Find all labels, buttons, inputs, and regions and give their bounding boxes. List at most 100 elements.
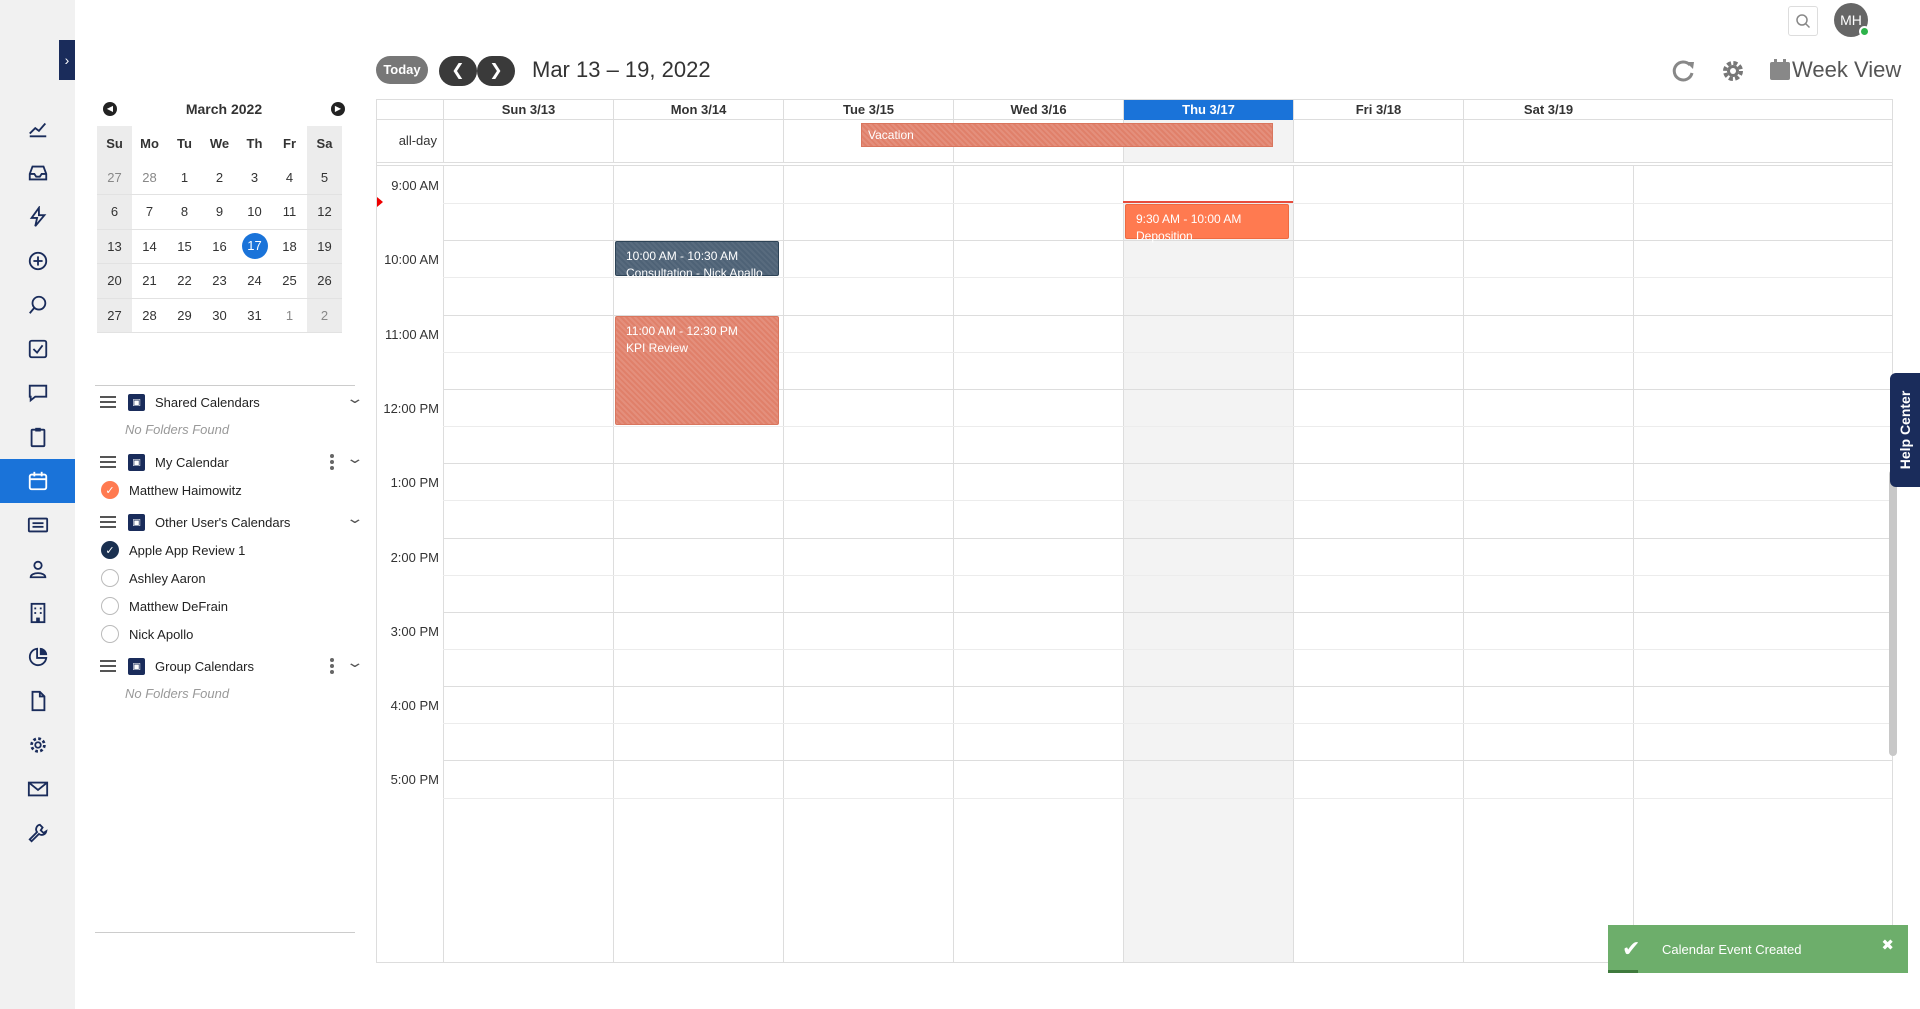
mini-day-cell[interactable]: 17 bbox=[237, 230, 272, 264]
all-day-cell[interactable] bbox=[1463, 120, 1633, 162]
mini-day-cell[interactable]: 22 bbox=[167, 264, 202, 299]
calendar-entry[interactable]: Ashley Aaron bbox=[95, 564, 355, 592]
day-header-0[interactable]: Sun 3/13 bbox=[443, 100, 613, 120]
unchecked-circle-icon[interactable] bbox=[101, 625, 119, 643]
day-header-1[interactable]: Mon 3/14 bbox=[613, 100, 783, 120]
rail-item-chat[interactable] bbox=[0, 371, 75, 415]
mini-day-cell[interactable]: 9 bbox=[202, 195, 237, 230]
drag-handle-icon[interactable] bbox=[100, 396, 116, 408]
mini-day-cell[interactable]: 18 bbox=[272, 230, 307, 264]
mini-day-cell[interactable]: 24 bbox=[237, 264, 272, 299]
mini-day-cell[interactable]: 21 bbox=[132, 264, 167, 299]
mini-day-cell[interactable]: 11 bbox=[272, 195, 307, 230]
rail-item-gear[interactable] bbox=[0, 723, 75, 767]
drag-handle-icon[interactable] bbox=[100, 660, 116, 672]
mini-day-cell[interactable]: 1 bbox=[272, 299, 307, 333]
rail-item-mail[interactable] bbox=[0, 767, 75, 811]
rail-item-search[interactable] bbox=[0, 283, 75, 327]
event-kpi-review[interactable]: 11:00 AM - 12:30 PM KPI Review bbox=[615, 315, 779, 426]
mini-day-cell[interactable]: 6 bbox=[97, 195, 132, 230]
mini-day-cell[interactable]: 27 bbox=[97, 160, 132, 195]
mini-day-cell[interactable]: 27 bbox=[97, 298, 132, 333]
all-day-cell[interactable] bbox=[443, 120, 613, 162]
close-icon[interactable]: ✖ bbox=[1881, 936, 1894, 954]
mini-day-cell[interactable]: 23 bbox=[202, 264, 237, 299]
folder-other-users-calendars[interactable]: ▣ Other User's Calendars ⌄ bbox=[95, 508, 364, 536]
day-header-2[interactable]: Tue 3/15 bbox=[783, 100, 953, 120]
rail-item-plus-circle[interactable] bbox=[0, 239, 75, 283]
view-switcher[interactable]: Week View bbox=[1768, 57, 1901, 83]
drag-handle-icon[interactable] bbox=[100, 516, 116, 528]
unchecked-circle-icon[interactable] bbox=[101, 569, 119, 587]
mini-day-cell[interactable]: 8 bbox=[167, 195, 202, 230]
mini-day-cell[interactable]: 29 bbox=[167, 299, 202, 333]
mini-day-cell[interactable]: 5 bbox=[307, 160, 342, 195]
rail-item-clipboard[interactable] bbox=[0, 415, 75, 459]
mini-day-cell[interactable]: 2 bbox=[307, 298, 342, 333]
mini-day-cell[interactable]: 28 bbox=[132, 299, 167, 333]
drag-handle-icon[interactable] bbox=[100, 456, 116, 468]
chevron-down-icon[interactable]: ⌄ bbox=[345, 450, 364, 467]
mini-day-cell[interactable]: 26 bbox=[307, 264, 342, 299]
mini-day-cell[interactable]: 19 bbox=[307, 229, 342, 264]
mini-day-cell[interactable]: 1 bbox=[167, 161, 202, 195]
global-search-button[interactable] bbox=[1788, 6, 1818, 36]
event-consultation[interactable]: 10:00 AM - 10:30 AM Consultation - Nick … bbox=[615, 241, 779, 280]
rail-item-calendar[interactable] bbox=[0, 459, 75, 503]
mini-day-cell[interactable]: 15 bbox=[167, 230, 202, 264]
rail-item-lightning[interactable] bbox=[0, 195, 75, 239]
chevron-down-icon[interactable]: ⌄ bbox=[345, 510, 364, 527]
checked-circle-icon[interactable]: ✓ bbox=[101, 481, 119, 499]
mini-day-cell[interactable]: 3 bbox=[237, 161, 272, 195]
mini-day-cell[interactable]: 4 bbox=[272, 161, 307, 195]
rail-item-person[interactable] bbox=[0, 547, 75, 591]
folder-group-calendars[interactable]: ▣ Group Calendars ⌄ bbox=[95, 652, 364, 680]
mini-day-cell[interactable]: 7 bbox=[132, 195, 167, 230]
calendar-entry[interactable]: Nick Apollo bbox=[95, 620, 355, 648]
checked-circle-icon[interactable]: ✓ bbox=[101, 541, 119, 559]
mini-day-cell[interactable]: 28 bbox=[132, 161, 167, 195]
rail-item-building[interactable] bbox=[0, 591, 75, 635]
unchecked-circle-icon[interactable] bbox=[101, 597, 119, 615]
mini-day-cell[interactable]: 13 bbox=[97, 229, 132, 264]
chevron-down-icon[interactable]: ⌄ bbox=[345, 390, 364, 407]
calendar-entry[interactable]: ✓ Apple App Review 1 bbox=[95, 536, 355, 564]
mini-day-cell[interactable]: 16 bbox=[202, 230, 237, 264]
folder-shared-calendars[interactable]: ▣ Shared Calendars ⌄ bbox=[95, 388, 364, 416]
mini-day-cell[interactable]: 30 bbox=[202, 299, 237, 333]
calendar-entry[interactable]: Matthew DeFrain bbox=[95, 592, 355, 620]
calendar-entry[interactable]: ✓ Matthew Haimowitz bbox=[95, 476, 355, 504]
mini-day-cell[interactable]: 12 bbox=[307, 195, 342, 230]
gear-icon[interactable] bbox=[1718, 56, 1748, 86]
rail-item-chart-line[interactable] bbox=[0, 107, 75, 151]
prev-week-button[interactable]: ❮ bbox=[439, 56, 477, 86]
rail-item-pie-chart[interactable] bbox=[0, 635, 75, 679]
rail-item-wrench[interactable] bbox=[0, 811, 75, 855]
rail-item-inbox[interactable] bbox=[0, 151, 75, 195]
day-header-5[interactable]: Fri 3/18 bbox=[1293, 100, 1463, 120]
rail-item-checkbox[interactable] bbox=[0, 327, 75, 371]
rail-item-document[interactable] bbox=[0, 679, 75, 723]
kebab-menu-icon[interactable] bbox=[330, 454, 334, 470]
all-day-cell[interactable] bbox=[1293, 120, 1463, 162]
day-header-3[interactable]: Wed 3/16 bbox=[953, 100, 1123, 120]
mini-day-cell[interactable]: 14 bbox=[132, 230, 167, 264]
day-header-4[interactable]: Thu 3/17 bbox=[1123, 100, 1293, 120]
folder-my-calendar[interactable]: ▣ My Calendar ⌄ bbox=[95, 448, 364, 476]
grid-scrollbar[interactable] bbox=[1889, 470, 1897, 756]
kebab-menu-icon[interactable] bbox=[330, 658, 334, 674]
mini-prev-month-icon[interactable]: ◀ bbox=[103, 102, 117, 116]
mini-day-cell[interactable]: 25 bbox=[272, 264, 307, 299]
mini-day-cell[interactable]: 31 bbox=[237, 299, 272, 333]
help-center-tab[interactable]: Help Center bbox=[1890, 373, 1920, 487]
rail-expand-button[interactable]: › bbox=[59, 40, 75, 80]
event-deposition[interactable]: 9:30 AM - 10:00 AM Deposition bbox=[1125, 204, 1289, 243]
mini-day-cell[interactable]: 10 bbox=[237, 195, 272, 230]
refresh-icon[interactable] bbox=[1668, 56, 1698, 86]
mini-next-month-icon[interactable]: ▶ bbox=[331, 102, 345, 116]
event-vacation[interactable]: Vacation bbox=[861, 123, 1273, 147]
chevron-down-icon[interactable]: ⌄ bbox=[345, 654, 364, 671]
mini-day-cell[interactable]: 20 bbox=[97, 264, 132, 299]
rail-item-id-card[interactable] bbox=[0, 503, 75, 547]
mini-day-cell[interactable]: 2 bbox=[202, 161, 237, 195]
